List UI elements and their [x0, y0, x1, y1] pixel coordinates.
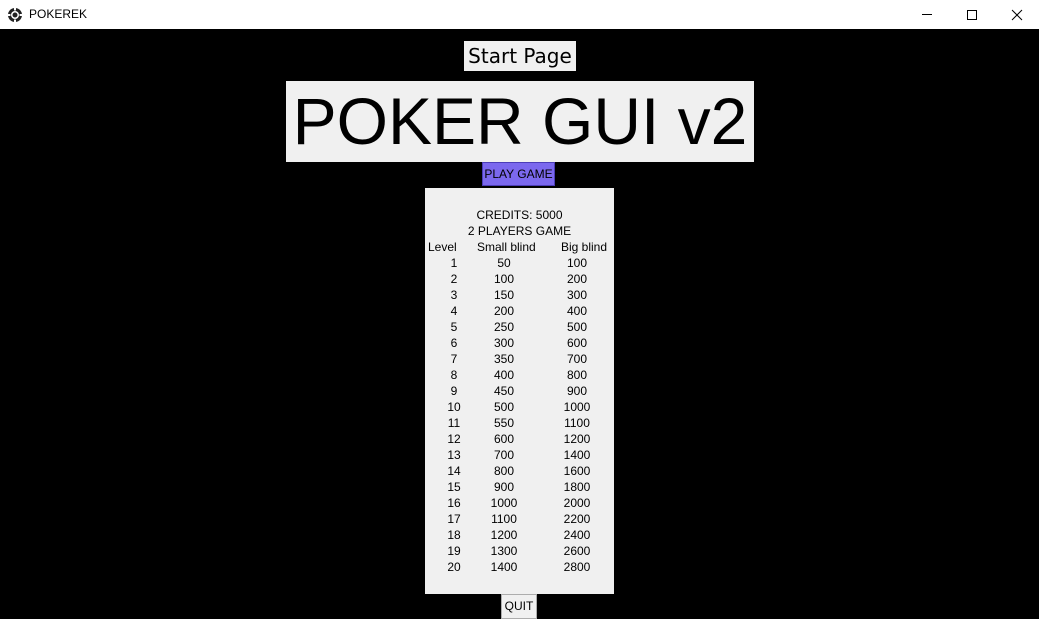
big-blind-cell: 600 — [566, 336, 588, 350]
small-blind-cell: 500 — [493, 400, 515, 414]
title-bar: POKEREK — [0, 0, 1039, 29]
table-row: 10 500 1000 — [425, 399, 614, 415]
page-title: POKER GUI v2 — [286, 81, 754, 162]
play-game-button[interactable]: PLAY GAME — [482, 162, 555, 186]
close-icon — [1011, 9, 1023, 21]
big-blind-cell: 1100 — [564, 416, 590, 430]
big-blind-cell: 500 — [566, 320, 588, 334]
level-cell: 12 — [447, 432, 461, 446]
window-title: POKEREK — [29, 7, 88, 21]
table-row: 7 350 700 — [425, 351, 614, 367]
poker-chip-icon — [7, 7, 23, 23]
level-cell: 2 — [450, 272, 458, 286]
table-row: 11 550 1100 — [425, 415, 614, 431]
level-cell: 14 — [447, 464, 461, 478]
table-row: 13 700 1400 — [425, 447, 614, 463]
level-cell: 13 — [447, 448, 461, 462]
big-blind-cell: 300 — [566, 288, 588, 302]
small-blind-cell: 350 — [493, 352, 515, 366]
small-blind-cell: 800 — [493, 464, 515, 478]
level-cell: 15 — [447, 480, 461, 494]
table-row: 1 50 100 — [425, 255, 614, 271]
level-cell: 4 — [450, 304, 458, 318]
small-blind-cell: 150 — [493, 288, 515, 302]
big-blind-cell: 800 — [566, 368, 588, 382]
small-blind-cell: 200 — [493, 304, 515, 318]
small-blind-cell: 900 — [493, 480, 515, 494]
level-cell: 11 — [447, 416, 461, 430]
big-blind-cell: 200 — [566, 272, 588, 286]
small-blind-cell: 450 — [493, 384, 515, 398]
big-blind-cell: 100 — [566, 256, 588, 270]
small-blind-cell: 300 — [493, 336, 515, 350]
minimize-button[interactable] — [904, 0, 950, 29]
level-cell: 5 — [450, 320, 458, 334]
big-blind-cell: 1600 — [563, 464, 591, 478]
level-header: Level — [428, 240, 457, 254]
level-cell: 19 — [447, 544, 461, 558]
level-cell: 7 — [450, 352, 458, 366]
table-row: 9 450 900 — [425, 383, 614, 399]
small-blind-cell: 550 — [493, 416, 515, 430]
small-blind-cell: 50 — [497, 256, 511, 270]
small-blind-cell: 1200 — [490, 528, 518, 542]
table-row: 2 100 200 — [425, 271, 614, 287]
table-row: 19 1300 2600 — [425, 543, 614, 559]
game-mode-text: 2 PLAYERS GAME — [467, 224, 572, 238]
level-cell: 1 — [450, 256, 458, 270]
maximize-button[interactable] — [949, 0, 995, 29]
level-cell: 18 — [447, 528, 461, 542]
big-blind-cell: 2800 — [563, 560, 591, 574]
table-row: 17 1100 2200 — [425, 511, 614, 527]
small-blind-cell: 400 — [493, 368, 515, 382]
page-label: Start Page — [464, 41, 576, 71]
small-blind-cell: 1400 — [490, 560, 518, 574]
big-blind-cell: 1200 — [563, 432, 591, 446]
table-row: 6 300 600 — [425, 335, 614, 351]
level-cell: 17 — [447, 512, 461, 526]
close-button[interactable] — [994, 0, 1039, 29]
level-cell: 20 — [447, 560, 461, 574]
maximize-icon — [967, 10, 977, 20]
small-blind-cell: 700 — [493, 448, 515, 462]
level-cell: 10 — [447, 400, 461, 414]
level-cell: 6 — [450, 336, 458, 350]
big-blind-cell: 400 — [566, 304, 588, 318]
small-blind-cell: 100 — [493, 272, 515, 286]
game-info-panel: CREDITS: 5000 2 PLAYERS GAME Level Small… — [425, 188, 614, 594]
table-row: 14 800 1600 — [425, 463, 614, 479]
big-blind-cell: 2200 — [563, 512, 591, 526]
small-blind-cell: 1100 — [491, 512, 517, 526]
level-cell: 9 — [450, 384, 458, 398]
level-cell: 8 — [450, 368, 458, 382]
big-blind-cell: 700 — [566, 352, 588, 366]
table-row: 5 250 500 — [425, 319, 614, 335]
table-row: 3 150 300 — [425, 287, 614, 303]
table-row: 8 400 800 — [425, 367, 614, 383]
table-row: 4 200 400 — [425, 303, 614, 319]
small-blind-cell: 1000 — [490, 496, 518, 510]
small-blind-header: Small blind — [477, 240, 536, 254]
table-row: 18 1200 2400 — [425, 527, 614, 543]
small-blind-cell: 250 — [493, 320, 515, 334]
minimize-icon — [922, 14, 932, 15]
level-cell: 3 — [450, 288, 458, 302]
credits-text: CREDITS: 5000 — [476, 208, 563, 222]
big-blind-cell: 900 — [566, 384, 588, 398]
big-blind-cell: 1000 — [563, 400, 591, 414]
big-blind-cell: 2000 — [563, 496, 591, 510]
big-blind-cell: 1800 — [563, 480, 591, 494]
small-blind-cell: 600 — [493, 432, 515, 446]
big-blind-cell: 2400 — [563, 528, 591, 542]
big-blind-header: Big blind — [561, 240, 608, 254]
table-row: 12 600 1200 — [425, 431, 614, 447]
big-blind-cell: 1400 — [563, 448, 591, 462]
table-row: 15 900 1800 — [425, 479, 614, 495]
small-blind-cell: 1300 — [490, 544, 518, 558]
quit-button[interactable]: QUIT — [501, 594, 537, 619]
level-cell: 16 — [447, 496, 461, 510]
table-row: 16 1000 2000 — [425, 495, 614, 511]
big-blind-cell: 2600 — [563, 544, 591, 558]
table-row: 20 1400 2800 — [425, 559, 614, 575]
